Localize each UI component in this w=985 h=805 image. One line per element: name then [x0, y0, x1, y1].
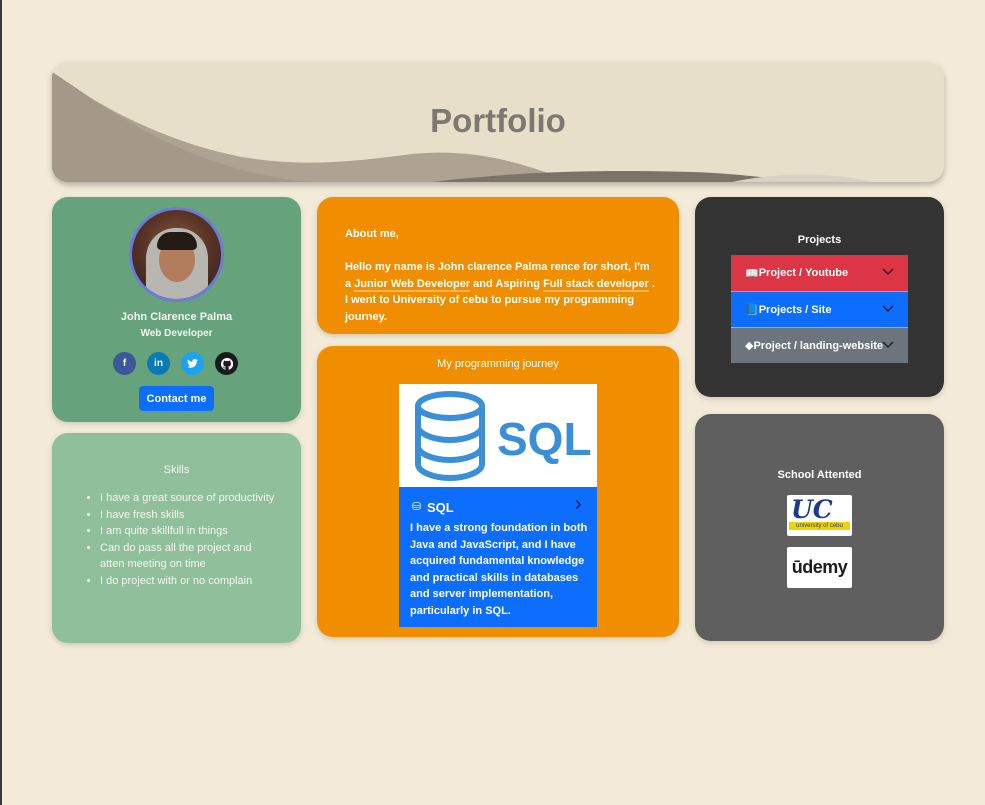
- profile-card: John Clarence Palma Web Developer f in C…: [52, 197, 301, 422]
- contact-me-button[interactable]: Contact me: [139, 386, 214, 411]
- header-banner: Portfolio: [52, 62, 944, 182]
- profile-name: John Clarence Palma: [120, 311, 233, 323]
- uc-logo[interactable]: UC university of cebu: [787, 495, 852, 536]
- database-icon: SQL: [415, 391, 592, 482]
- twitter-icon[interactable]: [181, 352, 204, 375]
- profile-role: Web Developer: [140, 328, 213, 339]
- facebook-icon[interactable]: f: [113, 352, 136, 375]
- sql-card-title: SQL: [427, 500, 454, 515]
- school-title: School Attented: [777, 469, 862, 481]
- list-item: I have fresh skills: [100, 507, 275, 524]
- about-highlight-fullstack: Full stack developer: [543, 277, 649, 292]
- sql-card-body: ⛁ SQL › I have a strong foundation in bo…: [399, 487, 597, 627]
- list-item: I have a great source of productivity: [100, 490, 275, 507]
- sql-card: SQL ⛁ SQL › I have a strong foundation i…: [399, 384, 597, 627]
- about-text-part: and Aspiring: [470, 277, 544, 290]
- avatar: [129, 207, 224, 302]
- uc-logo-letters: UC: [791, 495, 833, 524]
- about-heading: About me,: [345, 228, 399, 240]
- skills-title: Skills: [163, 464, 190, 476]
- accordion-label: Projects / Site: [758, 303, 832, 316]
- linkedin-icon[interactable]: in: [147, 352, 170, 375]
- skills-card: Skills I have a great source of producti…: [52, 433, 301, 643]
- chevron-down-icon: [882, 338, 894, 352]
- skills-list: I have a great source of productivity I …: [100, 490, 275, 589]
- chevron-down-icon: [882, 302, 894, 316]
- sql-logo-text: SQL: [497, 413, 592, 465]
- about-card: About me, Hello my name is John clarence…: [317, 197, 679, 334]
- accordion-projects-site[interactable]: 📘 Projects / Site: [731, 291, 908, 327]
- accordion-label: Project / landing-website: [753, 339, 884, 352]
- page-title: Portfolio: [430, 102, 566, 139]
- social-links: f in: [113, 352, 238, 375]
- about-text: Hello my name is John clarence Palma ren…: [345, 259, 657, 325]
- journey-title: My programming journey: [437, 358, 559, 370]
- list-item: I am quite skillfull in things: [100, 523, 275, 540]
- accordion-project-youtube[interactable]: 📖 Project / Youtube: [731, 255, 908, 291]
- book-icon: 📖: [745, 267, 759, 280]
- journey-card: My programming journey SQL ⛁ SQL › I hav…: [317, 346, 679, 637]
- about-highlight-junior: Junior Web Developer: [354, 277, 471, 292]
- sql-card-text: I have a strong foundation in both Java …: [410, 522, 588, 617]
- sql-image: SQL: [399, 384, 597, 487]
- accordion-project-landing[interactable]: ◆ Project / landing-website: [731, 327, 908, 363]
- uc-logo-subtitle: university of cebu: [789, 522, 850, 530]
- diamond-icon: ◆: [745, 340, 754, 352]
- accordion-label: Project / Youtube: [758, 267, 849, 279]
- github-icon[interactable]: [215, 352, 238, 375]
- book-icon: 📘: [745, 304, 759, 316]
- chevron-right-icon[interactable]: ›: [575, 493, 582, 516]
- projects-card: Projects 📖 Project / Youtube 📘 Projects …: [695, 197, 944, 397]
- udemy-logo[interactable]: ūdemy: [787, 547, 852, 588]
- chevron-down-icon: [882, 265, 894, 279]
- list-item: Can do pass all the project and atten me…: [100, 540, 275, 573]
- school-card: School Attented UC university of cebu ūd…: [695, 414, 944, 641]
- list-item: I do project with or no complain: [100, 573, 275, 590]
- database-small-icon: ⛁: [412, 501, 422, 513]
- projects-title: Projects: [797, 234, 842, 246]
